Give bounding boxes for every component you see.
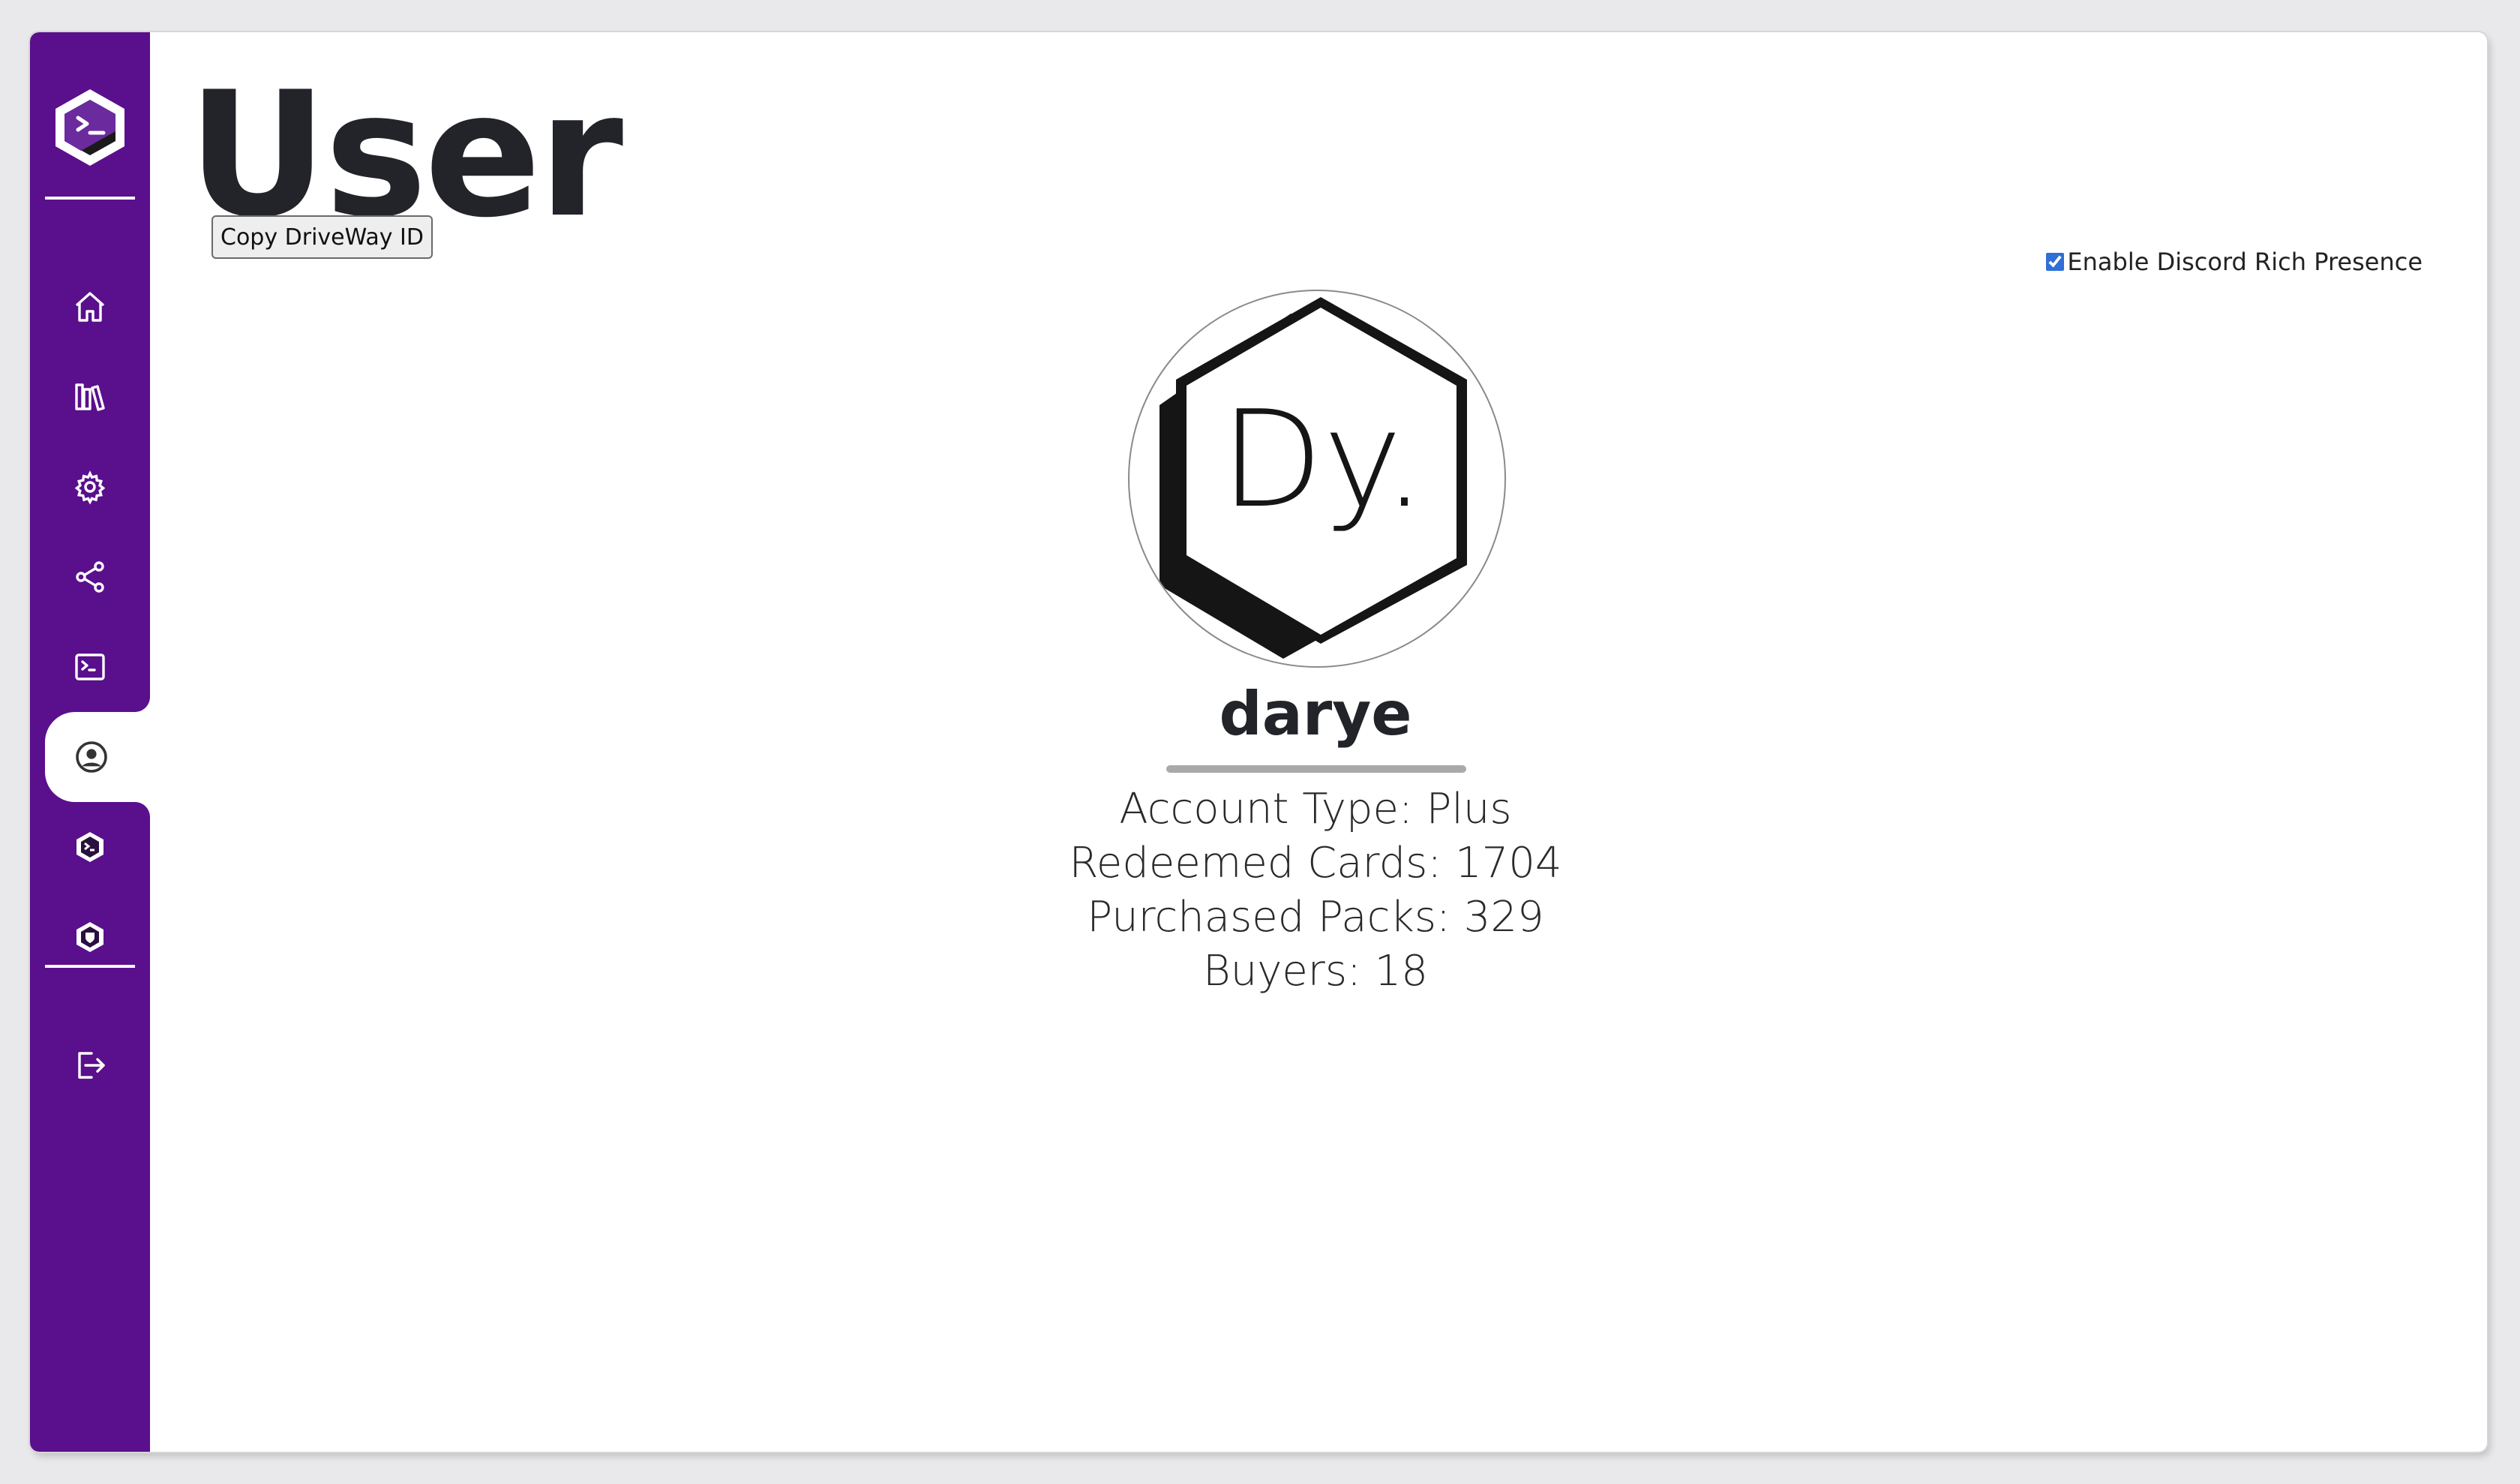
username-divider bbox=[1166, 765, 1466, 773]
buyers: Buyers: 18 bbox=[1203, 947, 1428, 996]
discord-rich-presence-label: Enable Discord Rich Presence bbox=[2067, 248, 2422, 276]
user-circle-icon bbox=[76, 741, 107, 773]
terminal-icon bbox=[75, 653, 105, 680]
sidebar-divider bbox=[45, 197, 135, 200]
discord-rich-presence-checkbox[interactable] bbox=[2046, 253, 2065, 271]
active-tab-curve-top bbox=[135, 682, 150, 712]
sidebar-item-user[interactable] bbox=[45, 712, 188, 802]
logout-icon bbox=[78, 1052, 105, 1079]
shield-badge-icon bbox=[76, 922, 104, 952]
terminal-badge-icon bbox=[76, 832, 104, 862]
username: darye bbox=[1219, 679, 1412, 749]
sidebar-item-library[interactable] bbox=[30, 352, 150, 442]
sidebar-item-share[interactable] bbox=[30, 532, 150, 622]
account-stats: Account Type: Plus Redeemed Cards: 1704 … bbox=[862, 783, 1768, 999]
sidebar-item-settings[interactable] bbox=[30, 442, 150, 532]
sidebar-item-home[interactable] bbox=[30, 262, 150, 352]
sidebar bbox=[30, 32, 188, 1452]
copy-driveway-id-button[interactable]: Copy DriveWay ID bbox=[212, 215, 433, 259]
sidebar-divider bbox=[45, 965, 135, 968]
sidebar-item-app-badge-2[interactable] bbox=[30, 892, 150, 982]
app-window: User Copy DriveWay ID Enable Discord Ric… bbox=[30, 32, 2487, 1452]
sidebar-item-logout[interactable] bbox=[30, 1020, 150, 1110]
home-icon bbox=[75, 292, 105, 322]
redeemed-cards: Redeemed Cards: 1704 bbox=[1069, 839, 1562, 888]
sidebar-item-app-badge-1[interactable] bbox=[30, 802, 150, 892]
purchased-packs: Purchased Packs: 329 bbox=[1087, 893, 1544, 942]
gear-icon bbox=[74, 470, 106, 505]
share-icon bbox=[76, 561, 104, 593]
discord-rich-presence-toggle[interactable]: Enable Discord Rich Presence bbox=[2046, 248, 2422, 276]
avatar-monogram: Dy. bbox=[1220, 382, 1426, 537]
app-logo-icon[interactable] bbox=[51, 86, 129, 169]
sidebar-item-terminal[interactable] bbox=[30, 622, 150, 712]
avatar: Dy. bbox=[1128, 290, 1506, 668]
account-type: Account Type: Plus bbox=[1119, 785, 1512, 834]
library-icon bbox=[75, 383, 105, 411]
